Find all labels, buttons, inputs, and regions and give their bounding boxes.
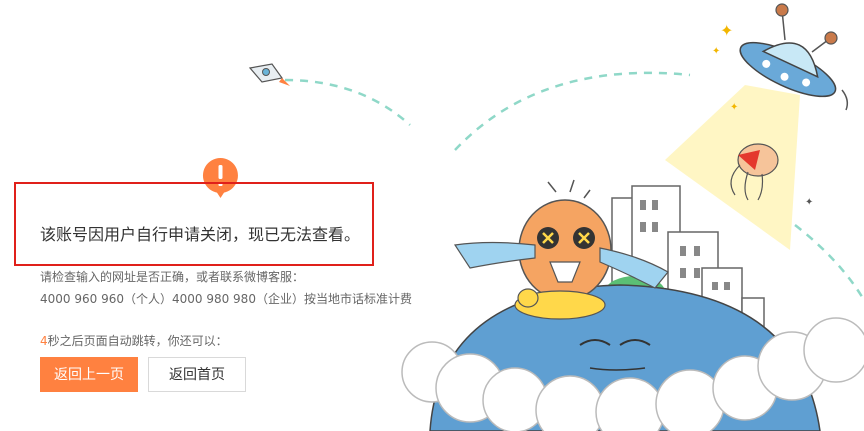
svg-text:✦: ✦ (712, 46, 720, 57)
ufo-icon: ✦ ✦ ✦ ✦ (665, 3, 849, 250)
dashed-path (284, 78, 411, 126)
svg-text:✦: ✦ (730, 102, 738, 113)
dashed-path (454, 71, 691, 151)
svg-text:✦: ✦ (720, 21, 733, 40)
hint-text-phone: 4000 960 960（个人）4000 980 980（企业）按当地市话标准计… (40, 292, 412, 306)
redirect-countdown: 4秒之后页面自动跳转，你还可以： (40, 332, 228, 349)
home-button[interactable]: 返回首页 (148, 357, 246, 392)
countdown-text: 秒之后页面自动跳转，你还可以： (47, 334, 228, 348)
svg-text:✦: ✦ (805, 197, 813, 208)
back-button[interactable]: 返回上一页 (40, 357, 138, 392)
error-message: 该账号因用户自行申请关闭，现已无法查看。 (40, 225, 361, 244)
countdown-seconds: 4 (40, 334, 48, 348)
rocket-icon (248, 63, 290, 86)
hint-text-check-url: 请检查输入的网址是否正确，或者联系微博客服： (40, 270, 305, 284)
dashed-path (794, 224, 864, 301)
